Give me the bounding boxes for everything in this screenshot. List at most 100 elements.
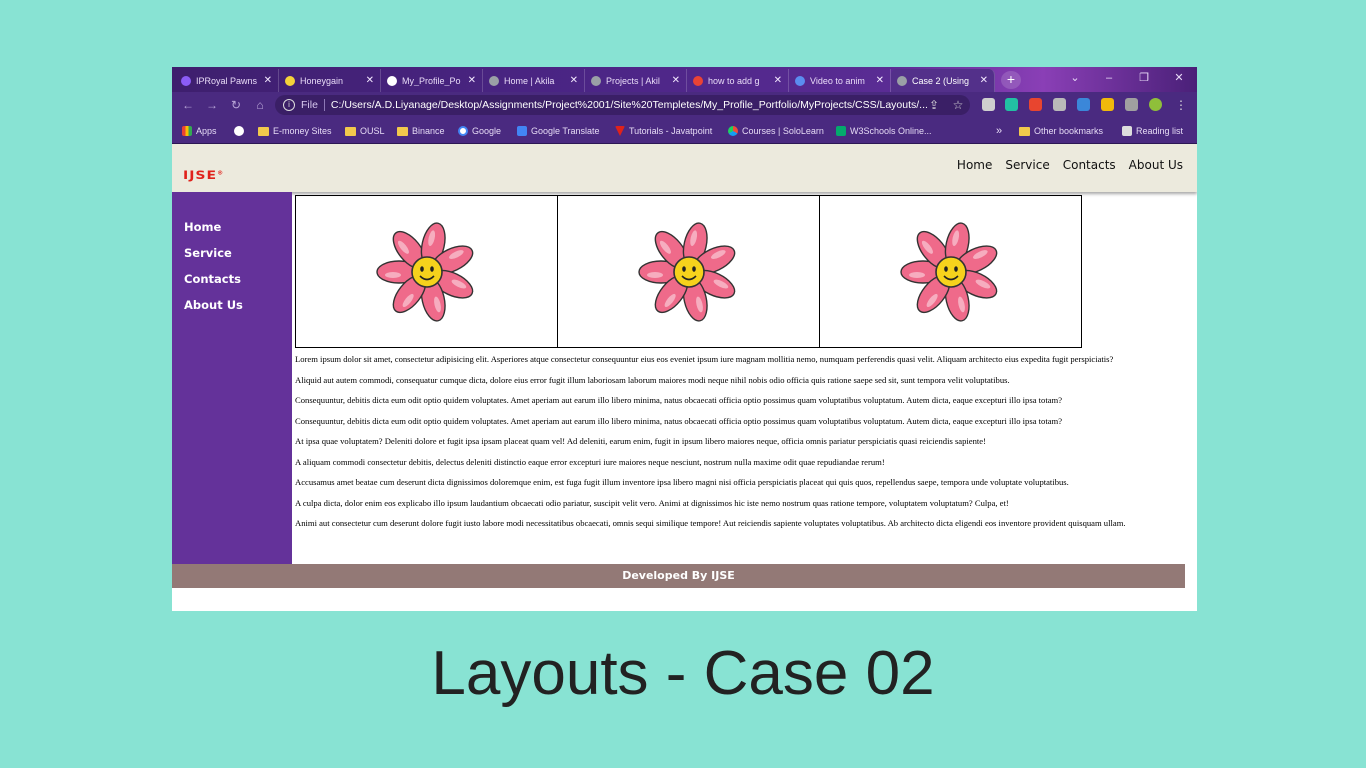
bookmarks-overflow-button[interactable]: »: [996, 124, 1002, 138]
close-tab-icon[interactable]: ✕: [876, 75, 884, 86]
nav-about-us[interactable]: About Us: [1129, 158, 1183, 172]
tab-iproyal-pawns[interactable]: IPRoyal Pawns ✕: [175, 69, 279, 92]
github-bookmark-icon: [234, 126, 244, 136]
tab-projects-akila[interactable]: Projects | Akil ✕: [585, 69, 687, 92]
bookmark-label: E-money Sites: [273, 126, 332, 136]
sidebar-item-home[interactable]: Home: [184, 219, 292, 245]
google-icon: [458, 126, 468, 136]
close-tab-icon[interactable]: ✕: [774, 75, 782, 86]
tab-home-akila[interactable]: Home | Akila ✕: [483, 69, 585, 92]
tab-my-profile[interactable]: My_Profile_Po ✕: [381, 69, 483, 92]
bookmark-sololearn[interactable]: Courses | SoloLearn: [728, 124, 824, 138]
tab-title: Honeygain: [300, 75, 344, 86]
share-icon[interactable]: ⇪: [926, 97, 942, 113]
paragraph: Accusamus amet beatae cum deserunt dicta…: [295, 477, 1069, 487]
folder-icon: [397, 126, 408, 136]
home-icon[interactable]: ⌂: [252, 97, 268, 113]
sidebar: Home Service Contacts About Us: [172, 192, 292, 564]
logo-text: IJSE: [183, 169, 218, 183]
puzzle-extensions-icon[interactable]: [1125, 98, 1138, 111]
globe-favicon-icon: [489, 75, 499, 86]
bookmark-folder-emoney[interactable]: E-money Sites: [258, 124, 332, 138]
address-bar[interactable]: i File C:/Users/A.D.Liyanage/Desktop/Ass…: [275, 95, 970, 115]
honeygain-favicon-icon: [285, 75, 295, 86]
tab-case-2-active[interactable]: Case 2 (Using ✕: [891, 69, 995, 92]
profile-avatar-icon[interactable]: [1149, 98, 1162, 111]
tab-title: Case 2 (Using: [912, 75, 970, 86]
bookmark-w3schools[interactable]: W3Schools Online...: [836, 124, 932, 138]
bookmark-google[interactable]: Google: [458, 124, 501, 138]
bookmark-apps[interactable]: Apps: [182, 124, 217, 138]
reading-list[interactable]: Reading list: [1122, 124, 1183, 138]
info-icon[interactable]: i: [283, 99, 295, 111]
tab-strip: IPRoyal Pawns ✕ Honeygain ✕ My_Profile_P…: [172, 67, 1197, 92]
forward-arrow-icon[interactable]: →: [204, 97, 220, 113]
ijse-logo[interactable]: IJSE®: [183, 170, 224, 183]
nav-service[interactable]: Service: [1005, 158, 1049, 172]
w3schools-icon: [836, 126, 846, 136]
tab-search-dropdown-button[interactable]: ⌄: [1058, 67, 1092, 89]
close-tab-icon[interactable]: ✕: [672, 75, 680, 86]
bookmark-google-translate[interactable]: Google Translate: [517, 124, 600, 138]
paragraph: A culpa dicta, dolor enim eos explicabo …: [295, 497, 1009, 508]
paragraph: Consequuntur, debitis dicta eum odit opt…: [295, 415, 1063, 426]
javatpoint-icon: [615, 126, 625, 136]
reload-icon[interactable]: ↻: [228, 97, 244, 113]
paragraph: Consequuntur, debitis dicta eum odit opt…: [295, 395, 1063, 405]
folder-icon: [345, 126, 356, 136]
close-window-button[interactable]: ✕: [1162, 67, 1196, 89]
other-bookmarks[interactable]: Other bookmarks: [1019, 124, 1103, 138]
restore-button[interactable]: ❐: [1127, 67, 1161, 89]
bookmark-icon-only[interactable]: [234, 124, 244, 138]
nav-contacts[interactable]: Contacts: [1063, 158, 1116, 172]
minimize-button[interactable]: –: [1092, 67, 1126, 89]
tab-title: Home | Akila: [504, 75, 555, 86]
paragraph: A aliquam commodi consectetur debitis, d…: [295, 456, 885, 467]
close-tab-icon[interactable]: ✕: [570, 75, 578, 86]
tab-title: Video to anim: [810, 75, 865, 86]
extension-icon[interactable]: [982, 98, 995, 111]
browser-toolbar: ← → ↻ ⌂ i File C:/Users/A.D.Liyanage/Des…: [172, 92, 1197, 118]
tab-how-to-add[interactable]: how to add g ✕: [687, 69, 789, 92]
main-content: Lorem ipsum dolor sit amet, consectetur …: [295, 354, 1165, 564]
sidebar-item-about-us[interactable]: About Us: [184, 297, 292, 323]
tab-video-to-anim[interactable]: Video to anim ✕: [789, 69, 891, 92]
paragraph: Aliquid aut autem commodi, consequatur c…: [295, 374, 1010, 385]
back-arrow-icon[interactable]: ←: [180, 97, 196, 113]
extension-icon[interactable]: [1029, 98, 1042, 111]
bookmark-label: Reading list: [1136, 126, 1184, 136]
apps-grid-icon: [182, 126, 192, 136]
close-tab-icon[interactable]: ✕: [468, 75, 476, 86]
bookmark-label: W3Schools Online...: [850, 126, 932, 136]
bookmark-javatpoint[interactable]: Tutorials - Javatpoint: [615, 124, 712, 138]
close-tab-icon[interactable]: ✕: [264, 75, 272, 86]
camera-extension-icon[interactable]: [1053, 98, 1066, 111]
bookmark-folder-ousl[interactable]: OUSL: [345, 124, 385, 138]
extension-icon[interactable]: [1077, 98, 1090, 111]
google-translate-icon: [517, 126, 527, 136]
extension-icon[interactable]: [1005, 98, 1018, 111]
new-tab-button[interactable]: +: [1001, 71, 1021, 89]
close-tab-icon[interactable]: ✕: [366, 75, 374, 86]
bookmark-label: Apps: [196, 126, 217, 136]
web-page: IJSE® Home Service Contacts About Us Hom…: [172, 144, 1197, 611]
tab-honeygain[interactable]: Honeygain ✕: [279, 69, 381, 92]
reading-list-icon: [1122, 126, 1132, 136]
slide-caption: Layouts - Case 02: [431, 639, 935, 708]
binance-extension-icon[interactable]: [1101, 98, 1114, 111]
url-text[interactable]: C:/Users/A.D.Liyanage/Desktop/Assignment…: [331, 99, 928, 111]
sidebar-item-contacts[interactable]: Contacts: [184, 271, 292, 297]
bookmark-label: Google Translate: [531, 126, 600, 136]
sidebar-item-service[interactable]: Service: [184, 245, 292, 271]
bookmark-folder-binance[interactable]: Binance: [397, 124, 445, 138]
top-navigation: Home Service Contacts About Us: [957, 158, 1183, 172]
bookmark-label: Other bookmarks: [1034, 126, 1104, 136]
nav-home[interactable]: Home: [957, 158, 992, 172]
browser-window: IPRoyal Pawns ✕ Honeygain ✕ My_Profile_P…: [172, 67, 1197, 611]
bookmark-star-icon[interactable]: ☆: [950, 97, 966, 113]
flower-image: [637, 221, 735, 322]
more-menu-icon[interactable]: ⋮: [1173, 97, 1189, 113]
gallery-cell: [819, 195, 1082, 348]
image-gallery: [295, 195, 1083, 348]
close-tab-icon[interactable]: ✕: [980, 75, 988, 86]
